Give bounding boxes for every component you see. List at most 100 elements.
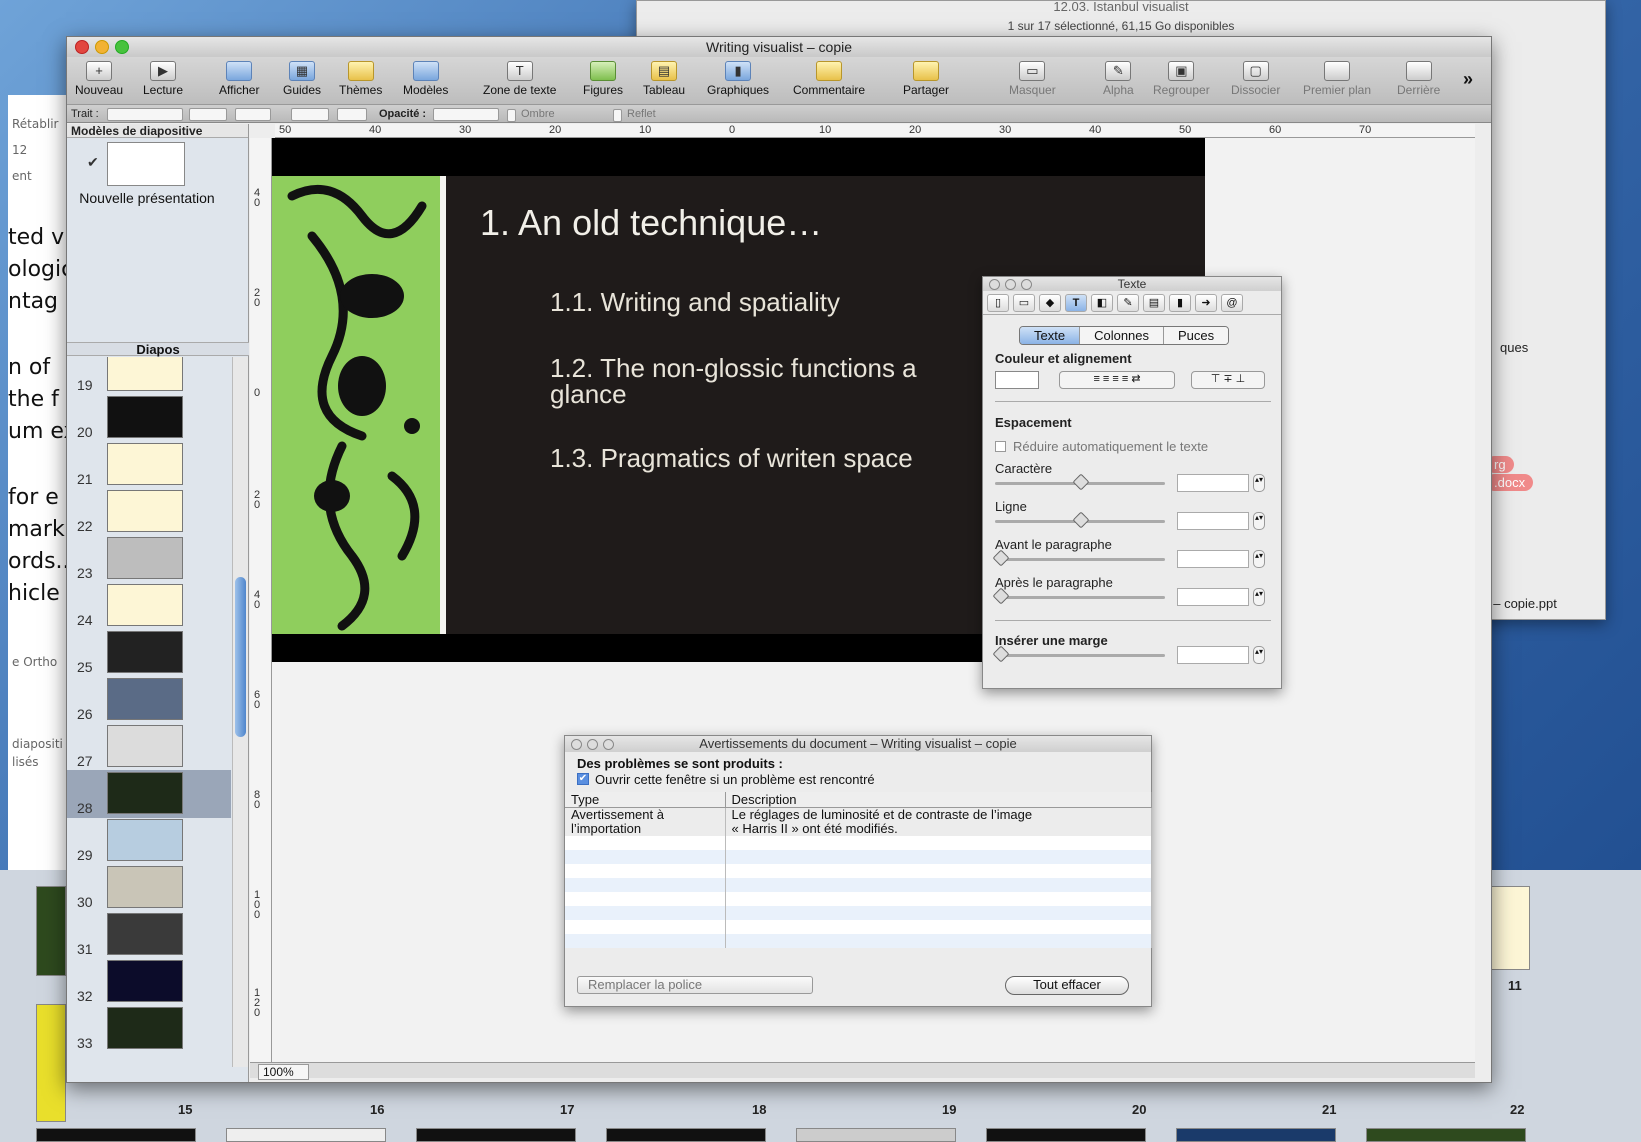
apres-slider[interactable] xyxy=(992,587,1165,605)
toolbar-modeles-button[interactable]: Modèles xyxy=(403,61,448,97)
toolbar-figures-button[interactable]: Figures xyxy=(583,61,623,97)
slide-thumbnail[interactable] xyxy=(107,960,183,1002)
slide-list-item[interactable]: 24 xyxy=(67,582,231,630)
warnings-zoom-button[interactable] xyxy=(603,739,614,750)
slide-list-item[interactable]: 27 xyxy=(67,723,231,771)
strip-thumb[interactable] xyxy=(416,1128,576,1142)
slide-thumbnail[interactable] xyxy=(107,725,183,767)
toolbar-regrouper-button[interactable]: ▣ Regrouper xyxy=(1153,61,1210,97)
slider-knob[interactable] xyxy=(1072,511,1090,529)
strip-thumb[interactable] xyxy=(986,1128,1146,1142)
toolbar-lecture-button[interactable]: ▶ Lecture xyxy=(143,61,183,97)
reflet-checkbox[interactable] xyxy=(613,109,622,122)
slider-knob[interactable] xyxy=(1072,473,1090,491)
slide-list-item[interactable]: 22 xyxy=(67,488,231,536)
ligne-stepper[interactable]: ▴▾ xyxy=(1253,512,1265,530)
marge-field[interactable] xyxy=(1177,646,1249,664)
toolbar-nouveau-button[interactable]: + Nouveau xyxy=(75,61,123,97)
slide-list-item[interactable]: 28 xyxy=(67,770,231,818)
slide-thumbnail[interactable] xyxy=(107,819,183,861)
slide-thumbnail[interactable] xyxy=(107,631,183,673)
slide-thumbnail[interactable] xyxy=(107,678,183,720)
inspector-zoom-button[interactable] xyxy=(1021,279,1032,290)
minimize-window-button[interactable] xyxy=(95,40,109,54)
slide-title[interactable]: 1. An old technique… xyxy=(480,202,822,244)
slide-bullet[interactable]: glance xyxy=(550,380,627,408)
clear-all-button[interactable]: Tout effacer xyxy=(1005,976,1129,995)
tab-puces[interactable]: Puces xyxy=(1164,327,1229,344)
alignment-buttons[interactable]: ≡ ≡ ≡ ≡ ⇄ xyxy=(1059,371,1175,389)
slide-thumbnail[interactable] xyxy=(107,357,183,391)
inspector-close-button[interactable] xyxy=(989,279,1000,290)
line-color-popup[interactable] xyxy=(189,108,227,121)
slide-thumbnail[interactable] xyxy=(107,396,183,438)
slide-thumbnail[interactable] xyxy=(107,443,183,485)
tab-colonnes[interactable]: Colonnes xyxy=(1080,327,1165,344)
inspector-titlebar[interactable]: Texte xyxy=(983,277,1281,291)
table-inspector-icon[interactable]: ▤ xyxy=(1143,294,1165,312)
toolbar-masquer-button[interactable]: ▭ Masquer xyxy=(1009,61,1056,97)
slide-bullet[interactable]: 1.2. The non-glossic functions a xyxy=(550,354,917,382)
slide-thumbnail[interactable] xyxy=(107,1007,183,1049)
toolbar-zone-texte-button[interactable]: T Zone de texte xyxy=(483,61,556,97)
slide-inspector-icon[interactable]: ▭ xyxy=(1013,294,1035,312)
file-name-fragment[interactable]: t – copie.ppt xyxy=(1486,596,1557,611)
slide-list-item[interactable]: 32 xyxy=(67,958,231,1006)
line-style-popup[interactable] xyxy=(107,108,183,121)
strip-thumb-left-yellow[interactable] xyxy=(36,1004,66,1122)
toolbar-afficher-button[interactable]: Afficher xyxy=(219,61,259,97)
slide-list-scrollbar[interactable] xyxy=(232,357,248,1067)
slide-list-item[interactable]: 33 xyxy=(67,1005,231,1053)
slide-list-item[interactable]: 31 xyxy=(67,911,231,959)
strip-thumb[interactable] xyxy=(36,1128,196,1142)
marge-slider[interactable] xyxy=(992,645,1165,663)
ombre-checkbox[interactable] xyxy=(507,109,516,122)
zoom-popup[interactable]: 100% xyxy=(258,1064,309,1080)
toolbar-partager-button[interactable]: Partager xyxy=(903,61,949,97)
toolbar-guides-button[interactable]: ▦ Guides xyxy=(283,61,321,97)
column-header-description[interactable]: Description xyxy=(725,792,1152,808)
slide-list-item[interactable]: 21 xyxy=(67,441,231,489)
apres-field[interactable] xyxy=(1177,588,1249,606)
slide-thumbnail[interactable] xyxy=(107,537,183,579)
opacity-field[interactable] xyxy=(433,108,499,121)
strip-thumb[interactable] xyxy=(226,1128,386,1142)
toolbar-themes-button[interactable]: Thèmes xyxy=(339,61,382,97)
master-thumbnail[interactable] xyxy=(107,142,185,186)
strip-thumb[interactable] xyxy=(606,1128,766,1142)
open-on-problem-checkbox[interactable]: ✔ xyxy=(577,773,589,785)
ligne-slider[interactable] xyxy=(995,511,1165,529)
replace-font-popup[interactable]: Remplacer la police xyxy=(577,976,813,994)
slide-thumbnail[interactable] xyxy=(107,866,183,908)
warnings-minimize-button[interactable] xyxy=(587,739,598,750)
toolbar-overflow-button[interactable]: » xyxy=(1463,69,1473,90)
quicktime-inspector-icon[interactable]: @ xyxy=(1221,294,1243,312)
toolbar-derriere-button[interactable]: Derrière xyxy=(1397,61,1440,97)
marge-stepper[interactable]: ▴▾ xyxy=(1253,646,1265,664)
toolbar-commentaire-button[interactable]: Commentaire xyxy=(793,61,865,97)
warnings-close-button[interactable] xyxy=(571,739,582,750)
slide-bullet[interactable]: 1.3. Pragmatics of writen space xyxy=(550,444,913,472)
window-titlebar[interactable]: Writing visualist – copie xyxy=(67,37,1491,57)
strip-thumb[interactable] xyxy=(1366,1128,1526,1142)
link-inspector-icon[interactable]: ➜ xyxy=(1195,294,1217,312)
reduire-checkbox[interactable] xyxy=(995,441,1006,452)
avant-slider[interactable] xyxy=(992,549,1165,567)
inspector-minimize-button[interactable] xyxy=(1005,279,1016,290)
transition-inspector-icon[interactable]: ◆ xyxy=(1039,294,1061,312)
slide-list-item[interactable]: 20 xyxy=(67,394,231,442)
vertical-ruler[interactable]: 4 0 2 0 0 2 0 4 0 6 0 8 0 1 0 0 1 2 0 xyxy=(250,138,272,1078)
metrics-inspector-icon[interactable]: ✎ xyxy=(1117,294,1139,312)
tab-texte[interactable]: Texte xyxy=(1020,327,1081,344)
slide-list-item[interactable]: 23 xyxy=(67,535,231,583)
toolbar-dissocier-button[interactable]: ▢ Dissocier xyxy=(1231,61,1280,97)
scroll-thumb[interactable] xyxy=(235,577,246,737)
ligne-field[interactable] xyxy=(1177,512,1249,530)
slide-thumbnail[interactable] xyxy=(107,913,183,955)
toolbar-tableau-button[interactable]: ▤ Tableau xyxy=(643,61,685,97)
caractere-field[interactable] xyxy=(1177,474,1249,492)
vertical-alignment-buttons[interactable]: ⊤ ∓ ⊥ xyxy=(1191,371,1265,389)
shadow-style-popup[interactable] xyxy=(337,108,367,121)
toolbar-graphiques-button[interactable]: ▮ Graphiques xyxy=(707,61,769,97)
slide-thumbnail[interactable] xyxy=(107,584,183,626)
